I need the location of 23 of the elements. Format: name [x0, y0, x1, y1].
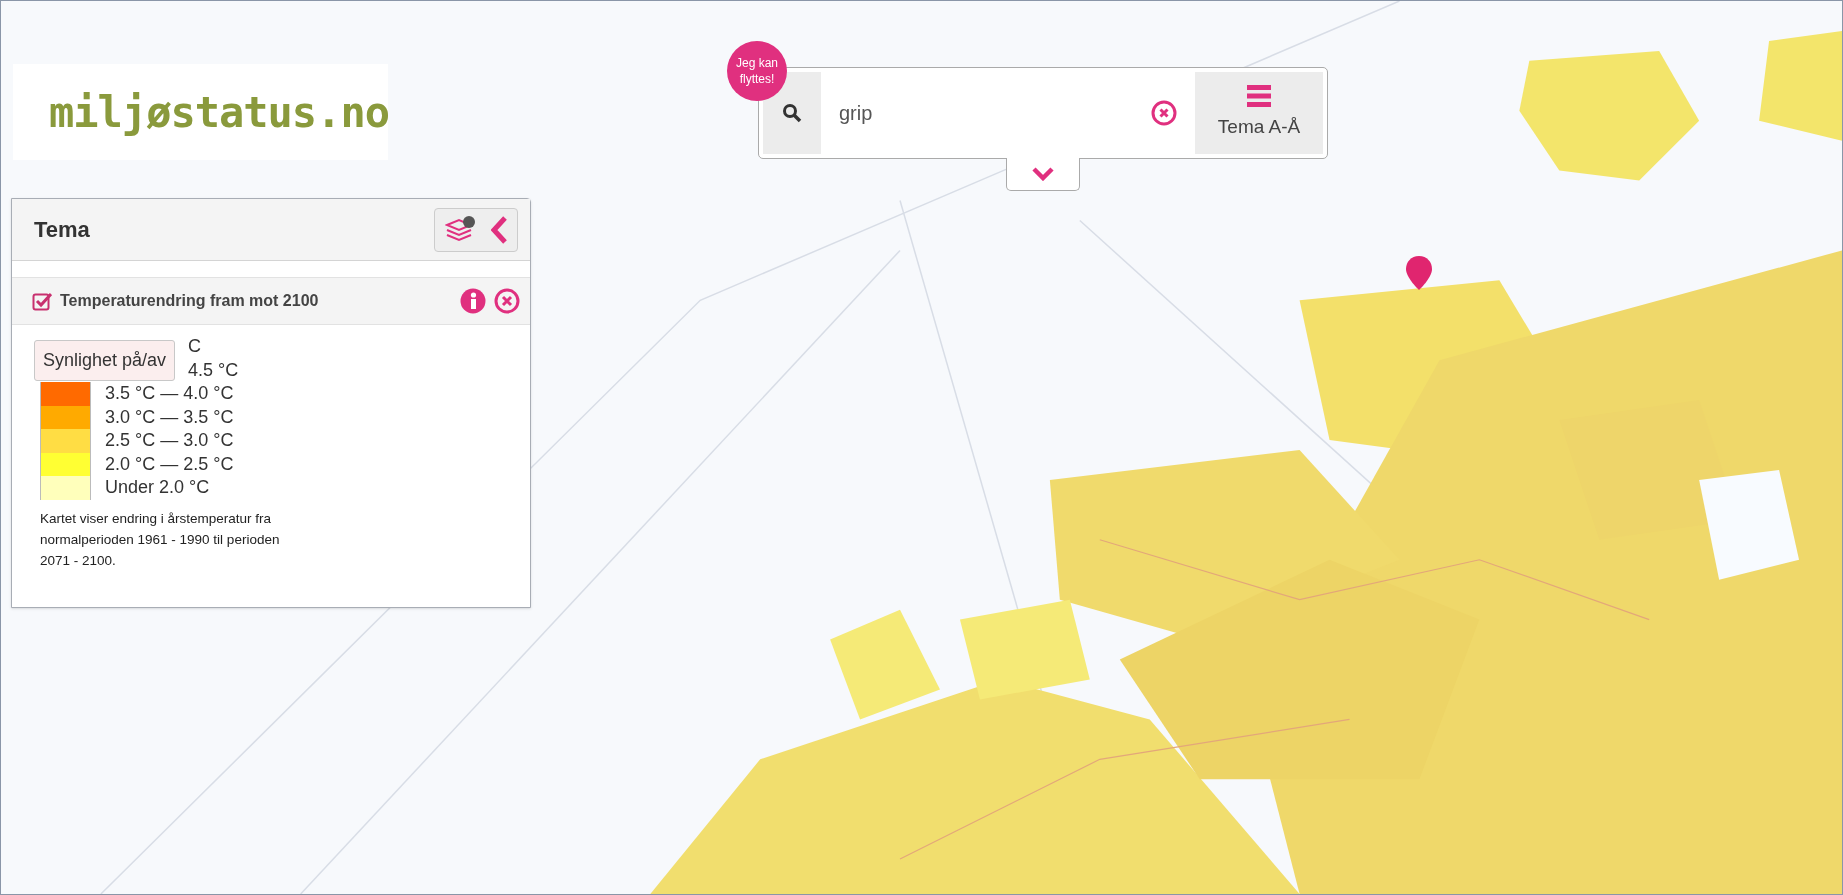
layer-title: Temperaturendring fram mot 2100	[60, 291, 319, 311]
info-icon[interactable]	[460, 288, 486, 314]
legend-label: 3.5 °C — 4.0 °C	[105, 382, 234, 406]
clear-icon[interactable]	[1151, 100, 1177, 126]
search-field[interactable]: grip	[839, 98, 1151, 128]
expand-button[interactable]	[1006, 158, 1080, 191]
legend-label: 3.0 °C — 3.5 °C	[105, 405, 234, 429]
legend-label: C	[188, 335, 201, 359]
tooltip: Synlighet på/av	[34, 340, 176, 381]
legend-label: 2.5 °C — 3.0 °C	[105, 429, 234, 453]
legend-label: 2.0 °C — 2.5 °C	[105, 452, 234, 476]
search-icon[interactable]	[782, 103, 802, 123]
collapse-icon[interactable]	[491, 215, 507, 244]
map-pin-icon[interactable]	[1406, 256, 1432, 290]
chevron-down-icon	[1032, 167, 1054, 181]
remove-icon[interactable]	[494, 288, 520, 314]
legend-label: 4.5 °C	[188, 358, 239, 382]
panel-title: Tema	[34, 216, 90, 244]
menu-icon	[1247, 84, 1271, 107]
theme-menu-button[interactable]: Tema A-Å	[1195, 72, 1323, 154]
legend-description: Kartet viser endring i årstemperatur fra normalperioden 1961 - 1990 til perioden 2071 - 2100.	[40, 509, 281, 570]
legend-label: Under 2.0 °C	[105, 476, 210, 500]
visibility-checkbox[interactable]	[32, 291, 52, 311]
